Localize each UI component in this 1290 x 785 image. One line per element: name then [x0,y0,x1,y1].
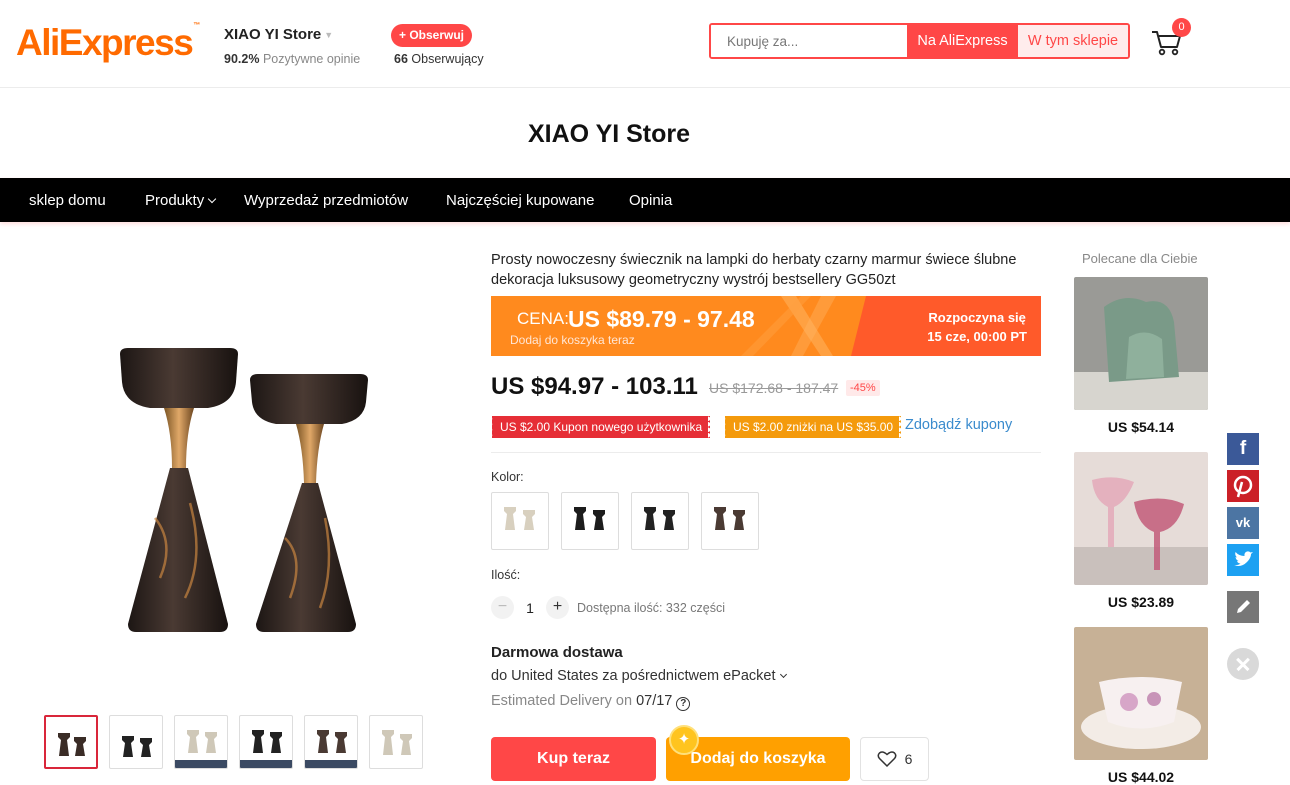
recommended-item[interactable]: US $44.02 [1074,627,1208,785]
store-rating: 90.2% Pozytywne opinie [224,52,360,66]
nav-item-products[interactable]: Produkty [145,178,217,223]
help-icon[interactable]: ? [676,697,691,711]
star-badge-icon: ✦ [669,725,699,755]
divider [491,452,1041,453]
price-banner: CENA: US $89.79 - 97.48 Dodaj do koszyka… [491,296,1041,356]
recommended-image[interactable] [1074,277,1208,410]
followers: 66 Obserwujący [394,52,484,66]
delivery-date: 07/17 [636,693,673,709]
add-to-cart-button[interactable]: ✦ Dodaj do koszyka [666,725,850,781]
thumbnail[interactable] [239,715,293,769]
get-coupons-link[interactable]: Zdobądź kupony [905,417,1012,433]
cart-button[interactable]: 0 [1150,18,1191,58]
recommended-item[interactable]: US $23.89 [1074,452,1208,610]
nav-item-bestsellers[interactable]: Najczęściej kupowane [446,178,594,223]
pinterest-share-button[interactable] [1227,470,1259,502]
twitter-share-button[interactable] [1227,544,1259,576]
followers-count: 66 [394,52,408,66]
color-swatch[interactable] [631,492,689,550]
rating-value: 90.2% [224,52,260,66]
thumbnail[interactable] [369,715,423,769]
recommended-price: US $23.89 [1107,594,1175,610]
search-aliexpress-button[interactable]: Na AliExpress [907,25,1018,57]
color-swatch[interactable] [491,492,549,550]
main-product-image[interactable] [80,318,400,658]
wishlist-count: 6 [904,751,913,767]
discount-badge: -45% [846,380,880,396]
recommended-image[interactable] [1074,452,1208,585]
store-nav: sklep domu Produkty Wyprzedaż przedmiotó… [0,178,1290,222]
nav-item-sale[interactable]: Wyprzedaż przedmiotów [244,178,408,223]
color-swatch[interactable] [701,492,759,550]
color-swatches [491,492,759,550]
chevron-down-icon [779,670,787,679]
edit-button[interactable] [1227,591,1259,623]
buy-now-button[interactable]: Kup teraz [491,737,656,781]
shipping-destination[interactable]: do United States za pośrednictwem ePacke… [491,668,787,684]
price-banner-label: CENA: [517,309,569,328]
estimated-delivery: Estimated Delivery on 07/17? [491,693,691,711]
current-price: US $94.97 - 103.11 [491,373,698,400]
recommended-image[interactable] [1074,627,1208,760]
quantity-value[interactable]: 1 [514,600,546,616]
thumbnail[interactable] [44,715,98,769]
shipping-title: Darmowa dostawa [491,644,623,661]
color-label: Kolor: [491,470,524,484]
quantity-label: Ilość: [491,568,521,582]
product-title: Prosty nowoczesny świecznik na lampki do… [491,252,1017,288]
header: AliExpress™ XIAO YI Store ▼ 90.2% Pozytyw… [0,0,1290,88]
store-name[interactable]: XIAO YI Store ▼ [224,26,360,43]
twitter-bird-icon [1234,551,1253,566]
thumbnail[interactable] [174,715,228,769]
search-store-button[interactable]: W tym sklepie [1018,25,1128,57]
candle-holder-image [120,348,368,632]
pencil-icon [1237,600,1250,613]
quantity-stepper: − 1 + Dostępna ilość: 332 części [491,596,725,619]
color-swatch[interactable] [561,492,619,550]
thumbnail[interactable] [304,715,358,769]
nav-item-feedback[interactable]: Opinia [629,178,672,223]
nav-item-home[interactable]: sklep domu [29,178,106,223]
thumbnail[interactable] [109,715,163,769]
chevron-down-icon: ▼ [324,30,334,41]
recommended-price: US $44.02 [1107,769,1175,785]
vk-share-button[interactable]: vk [1227,507,1259,539]
store-info: XIAO YI Store ▼ 90.2% Pozytywne opinie [224,26,360,66]
search-input[interactable] [711,25,907,57]
thumbnail-strip [44,715,423,769]
aliexpress-logo[interactable]: AliExpress™ [16,22,200,64]
store-title: XIAO YI Store [527,120,691,148]
original-price: US $172.68 - 187.47 [709,380,839,396]
recommended-title: Polecane dla Ciebie [1082,251,1198,266]
recommended-price: US $54.14 [1107,419,1175,435]
store-coupon[interactable]: US $2.00 zniżki na US $35.00 [722,416,904,438]
recommended-item[interactable]: US $54.14 [1074,277,1208,435]
price-banner-price: US $89.79 - 97.48 [568,306,755,332]
facebook-share-button[interactable]: f [1227,433,1259,465]
pinterest-icon [1233,475,1253,498]
quantity-decrease-button[interactable]: − [491,596,514,619]
available-quantity: Dostępna ilość: 332 części [577,600,725,615]
new-user-coupon[interactable]: US $2.00 Kupon nowego użytkownika [489,416,713,438]
followers-label: Obserwujący [411,52,484,66]
close-icon[interactable] [1227,648,1259,680]
cart-count-badge: 0 [1172,18,1191,37]
wishlist-button[interactable]: 6 [860,737,929,781]
chevron-down-icon [207,194,217,204]
rating-label: Pozytywne opinie [262,52,361,66]
follow-button[interactable]: + Obserwuj [391,24,472,47]
heart-icon [877,751,897,768]
search-bar: Na AliExpress W tym sklepie [709,23,1130,59]
quantity-increase-button[interactable]: + [546,596,569,619]
price-banner-start: Rozpoczyna się 15 cze, 00:00 PT [927,310,1027,344]
price-banner-subtext: Dodaj do koszyka teraz [510,333,635,347]
